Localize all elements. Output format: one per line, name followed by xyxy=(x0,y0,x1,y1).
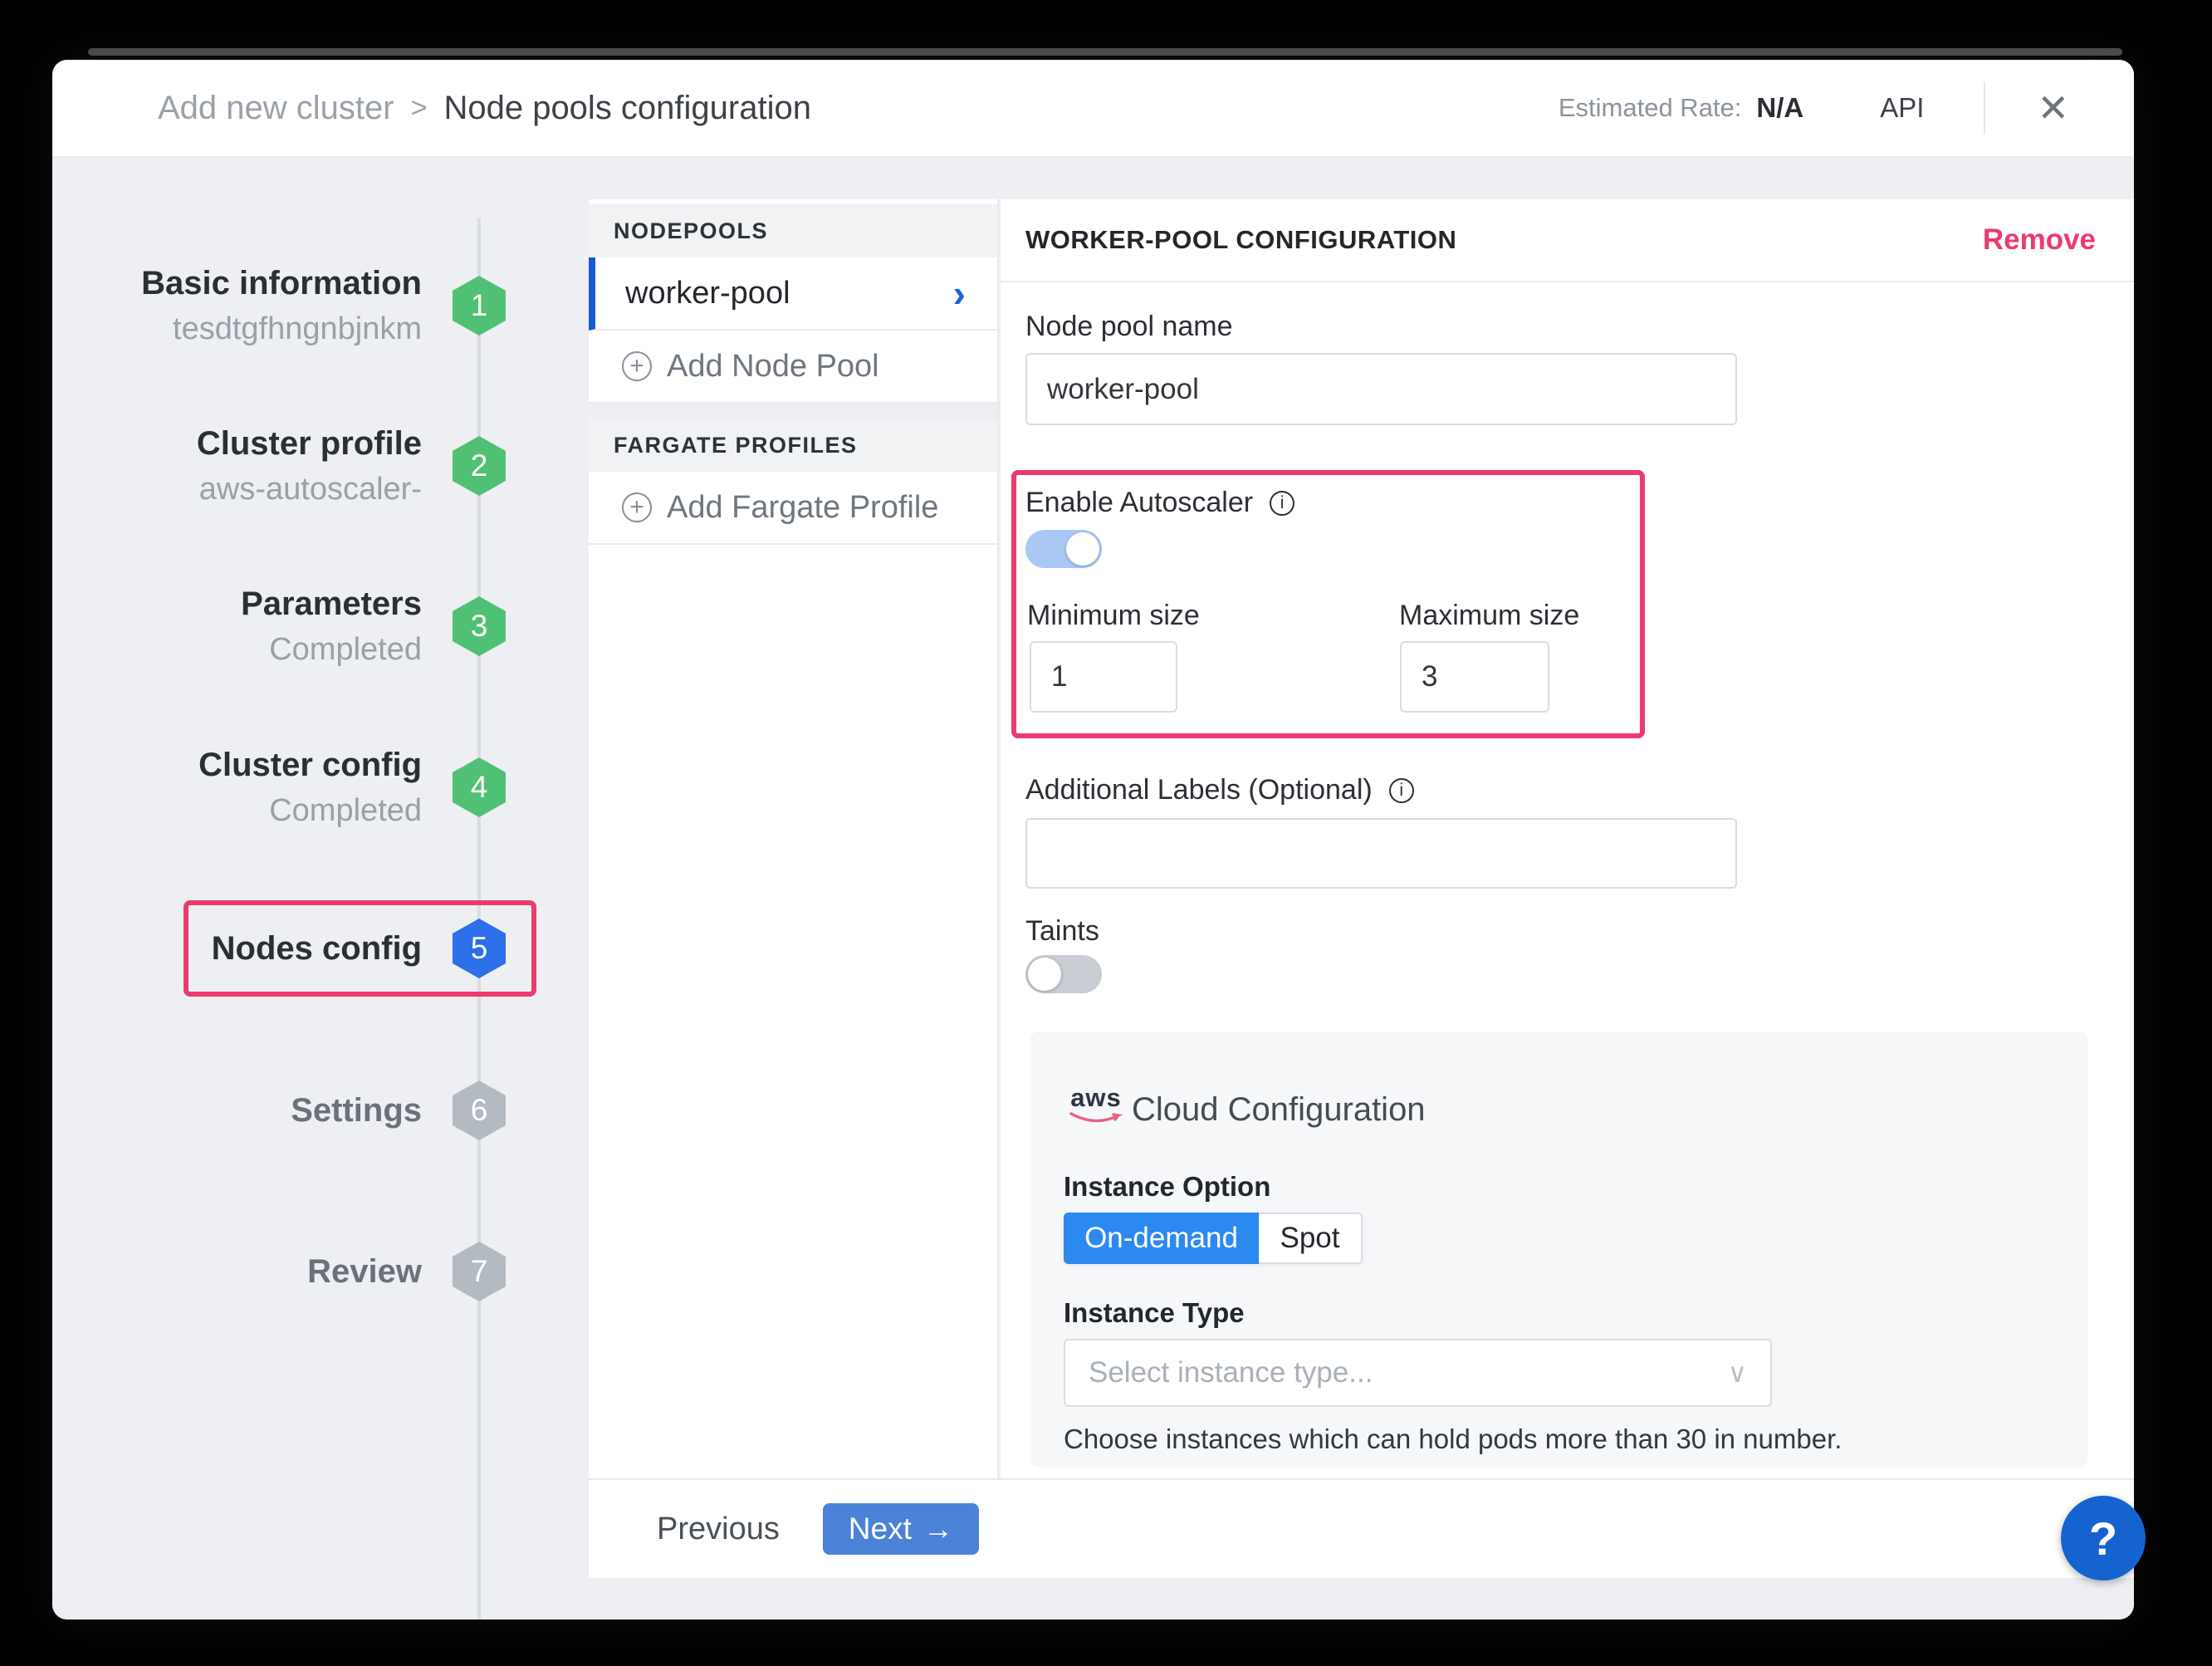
step-cluster-profile[interactable]: Cluster profile aws-autoscaler- xyxy=(135,423,422,509)
next-button[interactable]: Next → xyxy=(823,1503,979,1555)
toggle-knob xyxy=(1066,532,1099,566)
additional-labels-input[interactable] xyxy=(1025,818,1737,889)
info-icon[interactable]: i xyxy=(1270,491,1294,516)
aws-logo-icon: aws xyxy=(1067,1085,1125,1129)
step-parameters[interactable]: Parameters Completed xyxy=(135,583,422,669)
add-node-pool-button[interactable]: + Add Node Pool xyxy=(589,331,997,404)
step-cluster-config[interactable]: Cluster config Completed xyxy=(135,744,422,831)
enable-autoscaler-toggle[interactable] xyxy=(1025,530,1102,568)
header-divider xyxy=(1984,81,1985,135)
plus-icon: + xyxy=(622,351,652,381)
configuration-header: WORKER-POOL CONFIGURATION Remove xyxy=(1001,199,2134,282)
help-button[interactable]: ? xyxy=(2061,1496,2146,1580)
instance-type-placeholder: Select instance type... xyxy=(1089,1356,1373,1389)
nodepool-item-worker-pool[interactable]: worker-pool › xyxy=(589,257,997,331)
nodepools-section-header: NODEPOOLS xyxy=(589,204,997,257)
node-pool-name-input[interactable] xyxy=(1025,353,1737,425)
cloud-configuration-title: Cloud Configuration xyxy=(1132,1091,1426,1129)
fargate-section-header: FARGATE PROFILES xyxy=(589,419,997,472)
add-fargate-profile-button[interactable]: + Add Fargate Profile xyxy=(589,472,997,545)
header-actions: Estimated Rate: N/A API ✕ xyxy=(1559,81,2069,135)
remove-button[interactable]: Remove xyxy=(1983,223,2096,257)
taints-label: Taints xyxy=(1025,915,1099,948)
node-pool-name-label: Node pool name xyxy=(1025,311,1233,343)
maximum-size-label: Maximum size xyxy=(1399,600,1579,632)
add-cluster-modal: Add new cluster > Node pools configurati… xyxy=(52,60,2134,1619)
instance-type-dropdown[interactable]: Select instance type... ∨ xyxy=(1064,1339,1772,1407)
cloud-configuration-card: aws Cloud Configuration Instance Option … xyxy=(1030,1031,2087,1468)
instance-type-helper-text: Choose instances which can hold pods mor… xyxy=(1064,1423,1842,1455)
instance-option-segmented-control: On-demand Spot xyxy=(1064,1213,1363,1264)
enable-autoscaler-label: Enable Autoscaler i xyxy=(1025,487,1294,519)
breadcrumb: Add new cluster > Node pools configurati… xyxy=(158,90,811,127)
estimated-rate-label: Estimated Rate: xyxy=(1559,93,1742,123)
minimum-size-label: Minimum size xyxy=(1027,600,1200,632)
breadcrumb-parent[interactable]: Add new cluster xyxy=(158,90,394,127)
nodepools-panel: NODEPOOLS worker-pool › + Add Node Pool … xyxy=(589,199,999,1478)
estimated-rate-value: N/A xyxy=(1756,92,1803,124)
aws-smile-icon xyxy=(1069,1110,1123,1125)
plus-icon: + xyxy=(622,492,652,522)
page-title: Node pools configuration xyxy=(443,90,811,127)
previous-button[interactable]: Previous xyxy=(657,1512,780,1547)
window-torn-edge xyxy=(88,48,2122,56)
configuration-title: WORKER-POOL CONFIGURATION xyxy=(1025,225,1456,255)
spot-button[interactable]: Spot xyxy=(1259,1213,1363,1264)
question-mark-icon: ? xyxy=(2089,1512,2117,1566)
maximum-size-input[interactable] xyxy=(1400,641,1549,713)
minimum-size-input[interactable] xyxy=(1030,641,1177,713)
worker-pool-configuration-panel: WORKER-POOL CONFIGURATION Remove Node po… xyxy=(1001,199,2134,1478)
toggle-knob xyxy=(1028,958,1061,991)
chevron-down-icon: ∨ xyxy=(1728,1357,1747,1389)
step-basic-information[interactable]: Basic information tesdtgfhngnbjnkm xyxy=(135,262,422,349)
info-icon[interactable]: i xyxy=(1389,778,1414,803)
arrow-right-icon: → xyxy=(923,1512,953,1546)
step-review[interactable]: Review xyxy=(135,1251,422,1292)
modal-header: Add new cluster > Node pools configurati… xyxy=(52,60,2134,158)
instance-option-label: Instance Option xyxy=(1064,1171,1270,1203)
step-settings[interactable]: Settings xyxy=(135,1090,422,1131)
chevron-right-icon: › xyxy=(953,274,966,312)
close-icon[interactable]: ✕ xyxy=(2037,86,2069,130)
step-nodes-config[interactable]: Nodes config xyxy=(135,928,422,969)
wizard-footer: Previous Next → xyxy=(589,1478,2134,1578)
section-gap xyxy=(589,404,997,419)
screenshot-stage: Add new cluster > Node pools configurati… xyxy=(0,0,2212,1666)
breadcrumb-separator-icon: > xyxy=(411,92,428,125)
additional-labels-label: Additional Labels (Optional) i xyxy=(1025,774,1414,806)
api-button[interactable]: API xyxy=(1880,92,1924,124)
taints-toggle[interactable] xyxy=(1025,955,1102,993)
instance-type-label: Instance Type xyxy=(1064,1297,1245,1329)
on-demand-button[interactable]: On-demand xyxy=(1064,1213,1259,1264)
